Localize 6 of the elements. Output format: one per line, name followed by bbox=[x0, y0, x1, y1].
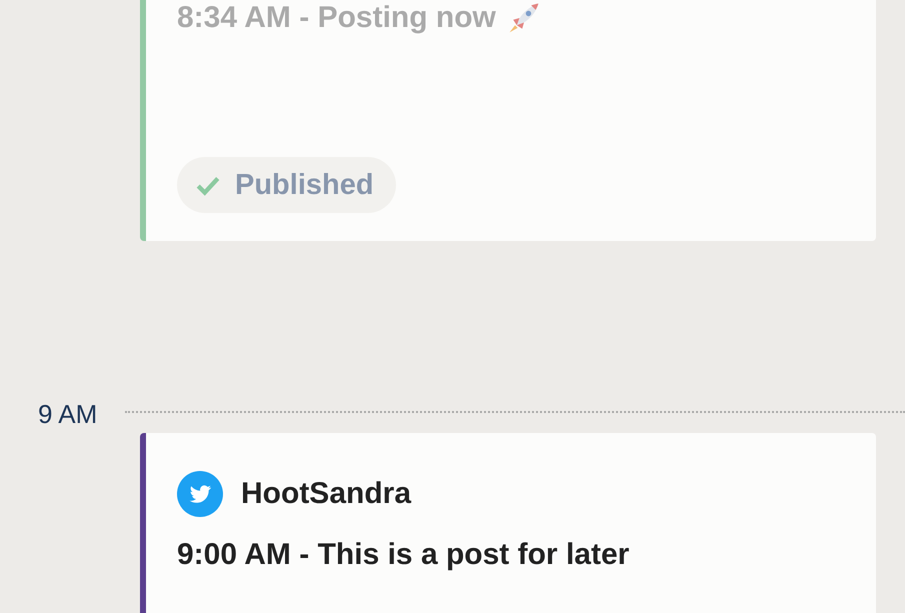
hour-label: 9 AM bbox=[37, 398, 98, 430]
status-label: Published bbox=[235, 168, 374, 202]
post-text: 9:00 AM - This is a post for later bbox=[177, 537, 630, 573]
account-name: HootSandra bbox=[241, 477, 412, 511]
post-card[interactable]: HootSandra 9:00 AM - This is a post for later bbox=[140, 433, 876, 613]
post-text: 8:34 AM - Posting now bbox=[177, 0, 496, 36]
